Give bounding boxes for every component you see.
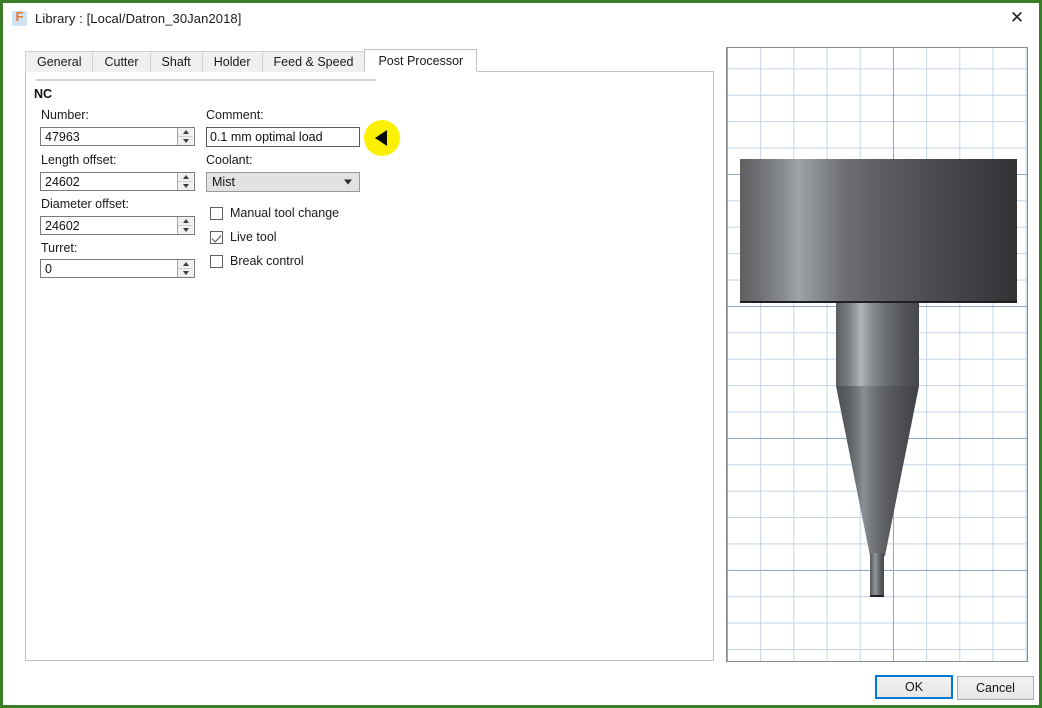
- tool-tip-part: [870, 553, 884, 597]
- checkbox-manual-tool-change[interactable]: Manual tool change: [210, 206, 339, 220]
- number-input[interactable]: [41, 128, 177, 145]
- tab-general-label: General: [37, 55, 82, 69]
- fusion-f-icon: [12, 9, 27, 27]
- ok-button[interactable]: OK: [875, 675, 953, 699]
- turret-spin-down-icon[interactable]: [178, 269, 193, 278]
- coolant-label: Coolant:: [206, 153, 253, 167]
- length-offset-input[interactable]: [41, 173, 177, 190]
- checkbox-live-tool-label: Live tool: [230, 230, 277, 244]
- section-title-nc: NC: [34, 87, 53, 101]
- diameter-offset-stepper[interactable]: [40, 216, 195, 235]
- turret-input[interactable]: [41, 260, 177, 277]
- checkbox-live-tool[interactable]: Live tool: [210, 230, 277, 244]
- tab-cutter-label: Cutter: [104, 55, 139, 69]
- window-title: Library : [Local/Datron_30Jan2018]: [35, 11, 242, 26]
- tab-post-processor-label: Post Processor: [378, 53, 464, 68]
- checkbox-break-control-box[interactable]: [210, 254, 223, 268]
- diameter-offset-spin-down-icon[interactable]: [178, 226, 193, 235]
- cancel-button-label: Cancel: [976, 681, 1015, 695]
- comment-label: Comment:: [206, 108, 264, 122]
- cancel-button[interactable]: Cancel: [957, 676, 1034, 700]
- turret-spin-buttons[interactable]: [177, 260, 193, 277]
- tab-shaft[interactable]: Shaft: [149, 51, 203, 72]
- tab-general[interactable]: General: [25, 51, 94, 72]
- diameter-offset-spin-buttons[interactable]: [177, 217, 193, 234]
- number-stepper[interactable]: [40, 127, 195, 146]
- checkbox-live-tool-box[interactable]: [210, 230, 223, 244]
- tab-strip: General Cutter Shaft Holder Feed & Speed…: [25, 49, 478, 72]
- tool-shank-part: [836, 303, 919, 386]
- number-spin-buttons[interactable]: [177, 128, 193, 145]
- turret-spin-up-icon[interactable]: [178, 260, 193, 269]
- turret-label: Turret:: [41, 241, 78, 255]
- section-divider: [36, 79, 376, 81]
- comment-input[interactable]: [206, 127, 360, 147]
- tool-preview: [726, 47, 1028, 662]
- diameter-offset-spin-up-icon[interactable]: [178, 217, 193, 226]
- length-offset-spin-buttons[interactable]: [177, 173, 193, 190]
- tab-feed-and-speed[interactable]: Feed & Speed: [261, 51, 366, 72]
- checkbox-manual-tool-change-label: Manual tool change: [230, 206, 340, 220]
- tab-holder[interactable]: Holder: [201, 51, 263, 72]
- tool-graphic: [727, 48, 1027, 661]
- checkbox-break-control-label: Break control: [230, 254, 304, 268]
- checkbox-break-control[interactable]: Break control: [210, 254, 304, 268]
- diameter-offset-label: Diameter offset:: [41, 197, 130, 211]
- ok-button-label: OK: [904, 680, 924, 694]
- left-arrow-marker-icon: [364, 120, 400, 156]
- title-bar: Library : [Local/Datron_30Jan2018] ✕: [3, 3, 1039, 34]
- tab-cutter[interactable]: Cutter: [92, 51, 151, 72]
- length-offset-stepper[interactable]: [40, 172, 195, 191]
- chevron-down-icon: [344, 179, 352, 185]
- coolant-dropdown[interactable]: Mist: [206, 172, 360, 192]
- close-icon[interactable]: ✕: [995, 3, 1039, 34]
- tab-holder-label: Holder: [213, 55, 251, 69]
- tool-cone-part: [836, 386, 919, 556]
- length-offset-spin-down-icon[interactable]: [178, 182, 193, 191]
- tab-feed-and-speed-label: Feed & Speed: [273, 55, 354, 69]
- length-offset-label: Length offset:: [41, 153, 117, 167]
- post-processor-panel: [25, 71, 714, 661]
- turret-stepper[interactable]: [40, 259, 195, 278]
- tab-post-processor[interactable]: Post Processor: [364, 49, 478, 72]
- number-spin-up-icon[interactable]: [178, 128, 193, 137]
- number-spin-down-icon[interactable]: [178, 137, 193, 146]
- coolant-selected-value: Mist: [212, 175, 235, 189]
- number-label: Number:: [41, 108, 89, 122]
- tab-shaft-label: Shaft: [161, 55, 191, 69]
- checkbox-manual-tool-change-box[interactable]: [210, 206, 223, 220]
- tool-holder-part: [740, 159, 1017, 303]
- length-offset-spin-up-icon[interactable]: [178, 173, 193, 182]
- diameter-offset-input[interactable]: [41, 217, 177, 234]
